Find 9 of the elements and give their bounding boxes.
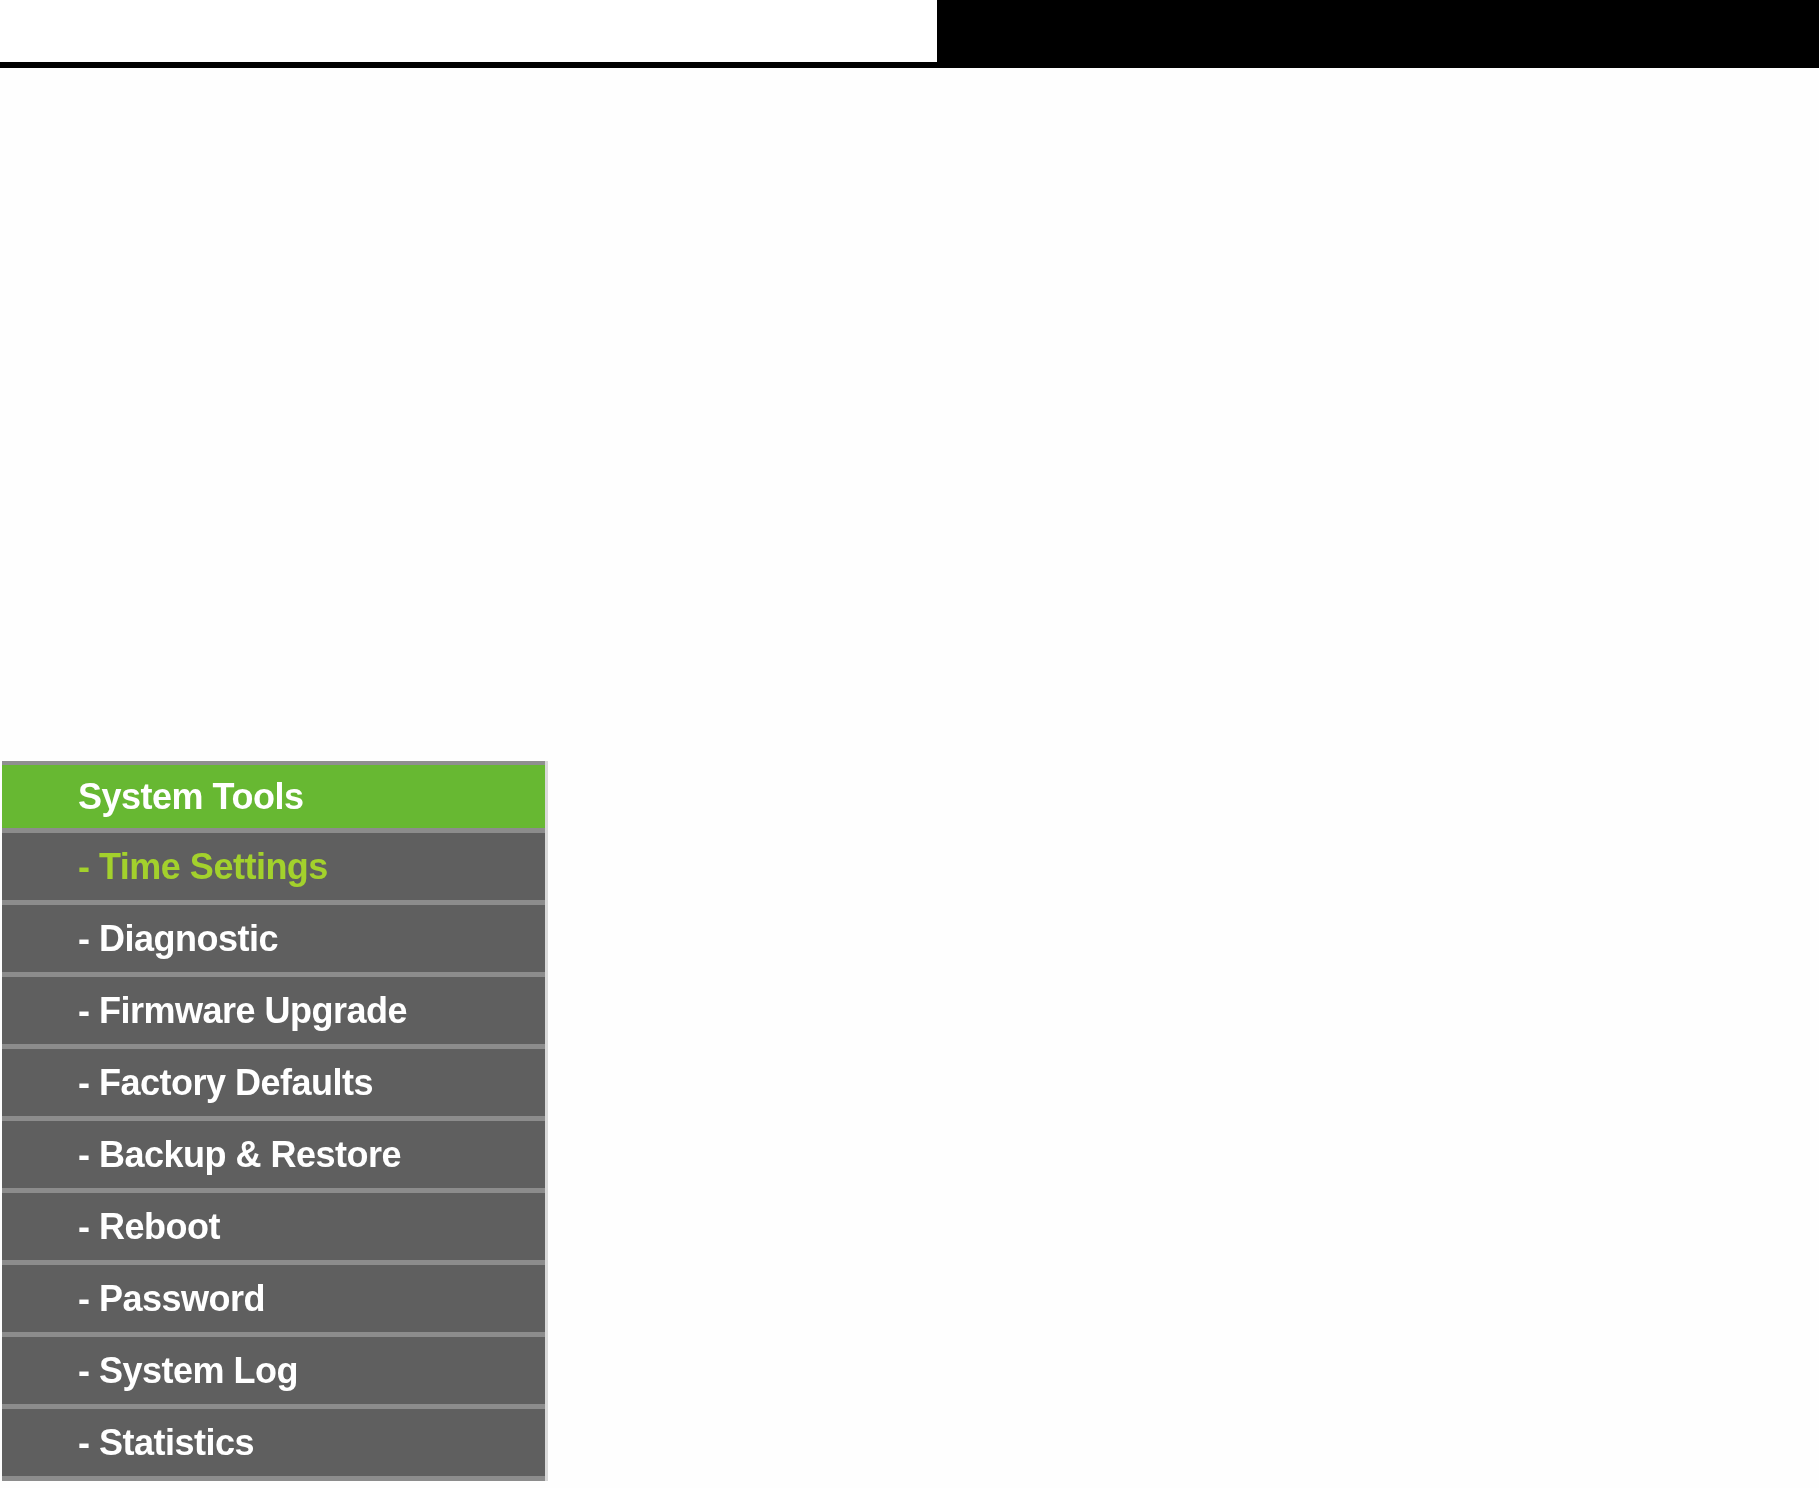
menu-item[interactable]: - Diagnostic	[2, 905, 545, 977]
menu-item[interactable]: - Reboot	[2, 1193, 545, 1265]
menu-item[interactable]: - Statistics	[2, 1409, 545, 1481]
menu-item[interactable]: - Backup & Restore	[2, 1121, 545, 1193]
menu-item[interactable]: - Time Settings	[2, 833, 545, 905]
menu-item[interactable]: - Factory Defaults	[2, 1049, 545, 1121]
menu-item[interactable]: - Password	[2, 1265, 545, 1337]
menu-item[interactable]: - Firmware Upgrade	[2, 977, 545, 1049]
menu-item[interactable]: - System Log	[2, 1337, 545, 1409]
